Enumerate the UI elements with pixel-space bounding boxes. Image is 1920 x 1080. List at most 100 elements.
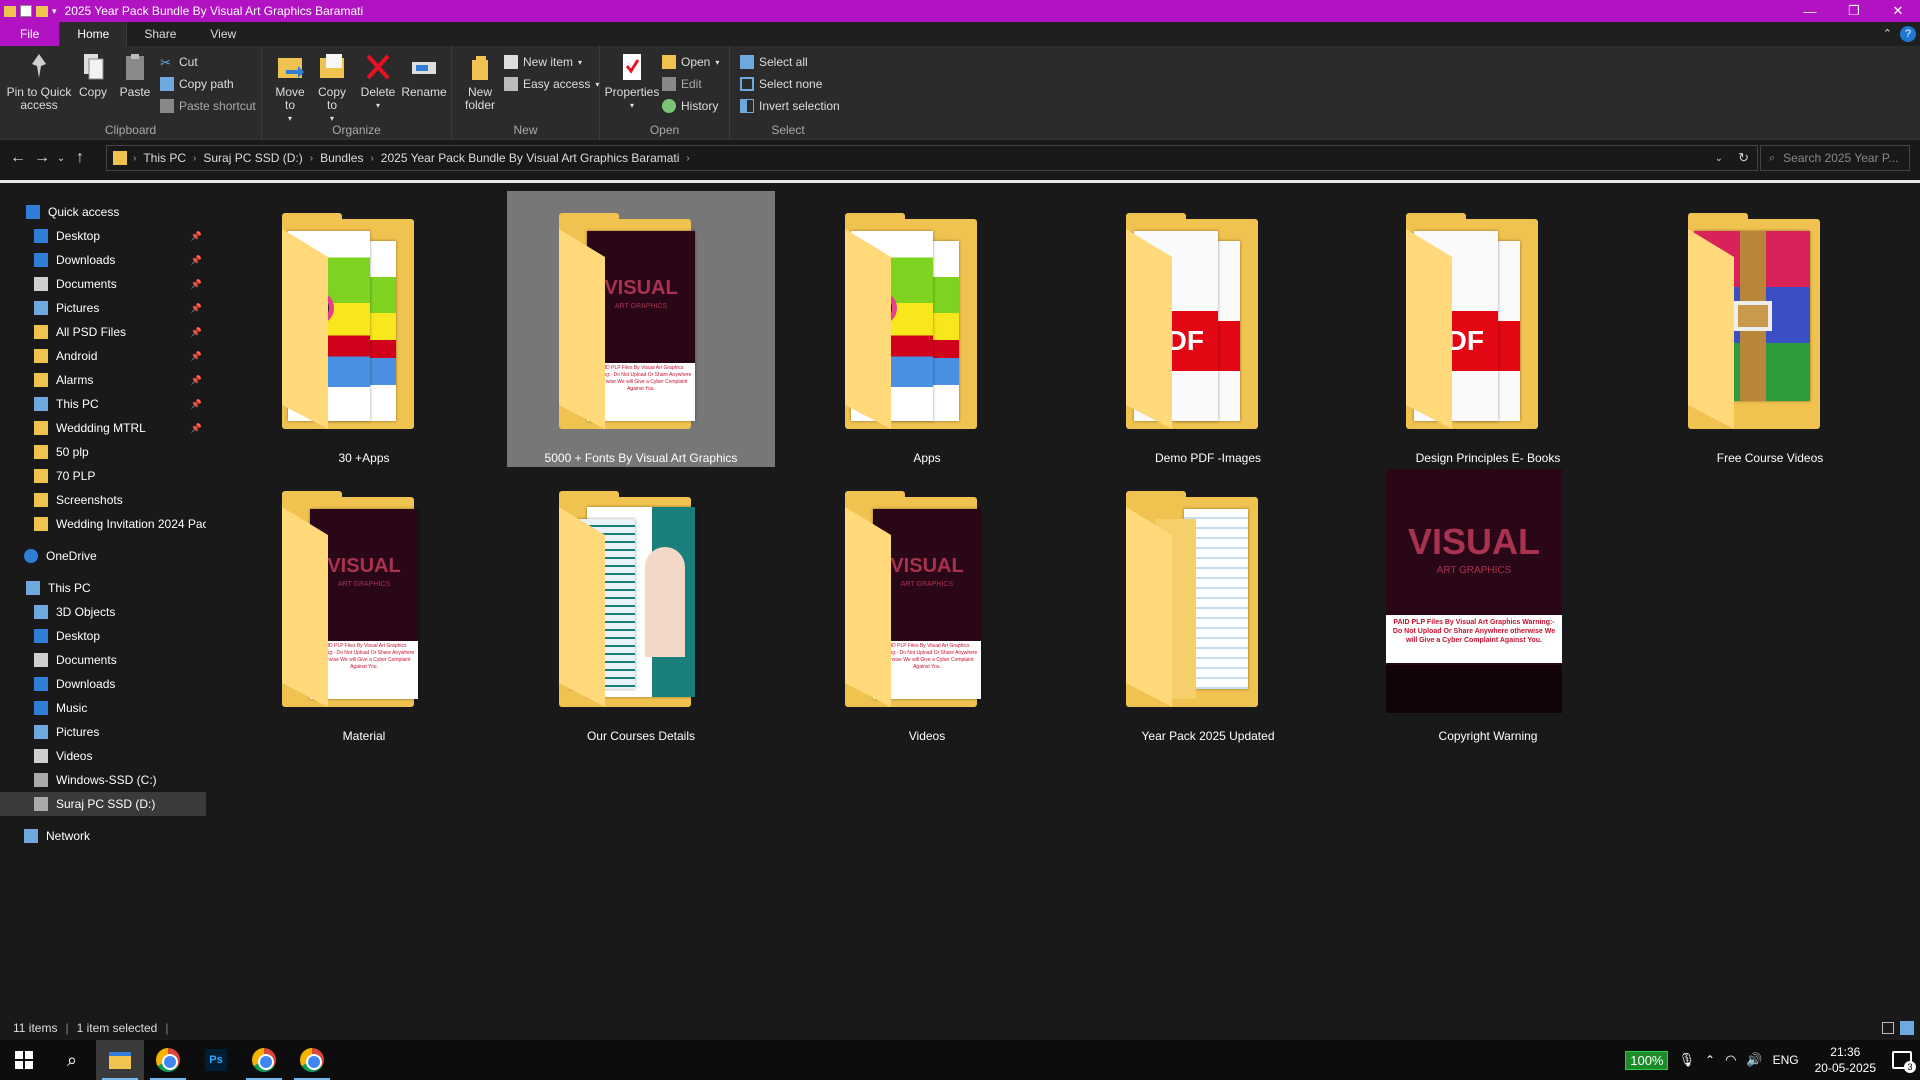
nav-item-documents[interactable]: Documents 📌	[0, 272, 206, 296]
pin-icon[interactable]: 📌	[191, 279, 202, 290]
nav-network[interactable]: Network	[0, 824, 206, 848]
tab-home[interactable]: Home	[59, 22, 128, 46]
recent-locations-button[interactable]: ⌄	[54, 143, 68, 173]
nav-item-screenshots[interactable]: Screenshots	[0, 488, 206, 512]
breadcrumb-drive-d[interactable]: Suraj PC SSD (D:)	[198, 151, 307, 165]
address-dropdown-icon[interactable]: ⌄	[1715, 153, 1723, 164]
nav-onedrive[interactable]: OneDrive	[0, 544, 206, 568]
new-folder-button[interactable]: New folder	[458, 50, 502, 112]
nav-item-documents[interactable]: Documents	[0, 648, 206, 672]
nav-item-android[interactable]: Android 📌	[0, 344, 206, 368]
pin-icon[interactable]: 📌	[191, 399, 202, 410]
volume-icon[interactable]: 🔊	[1746, 1052, 1762, 1068]
refresh-icon[interactable]: ↻	[1738, 150, 1749, 166]
rename-button[interactable]: Rename	[400, 50, 448, 99]
start-button[interactable]	[0, 1040, 48, 1080]
move-to-button[interactable]: Move to ▾	[270, 50, 310, 125]
minimize-button[interactable]: —	[1788, 0, 1832, 22]
pin-icon[interactable]: 📌	[191, 423, 202, 434]
invert-selection-button[interactable]: Invert selection	[740, 96, 840, 116]
breadcrumb-this-pc[interactable]: This PC	[138, 151, 191, 165]
nav-item-windows-ssd-c[interactable]: Windows-SSD (C:)	[0, 768, 206, 792]
tab-share[interactable]: Share	[127, 22, 193, 46]
folder-item[interactable]: Year Pack 2025 Updated	[1074, 469, 1342, 745]
folder-item[interactable]: Our Courses Details	[507, 469, 775, 745]
collapse-ribbon-icon[interactable]: ⌃	[1883, 27, 1892, 40]
paste-shortcut-button[interactable]: Paste shortcut	[160, 96, 256, 116]
tab-view[interactable]: View	[193, 22, 253, 46]
pin-icon[interactable]: 📌	[191, 327, 202, 338]
cut-button[interactable]: ✂ Cut	[160, 52, 198, 72]
nav-quick-access[interactable]: Quick access	[0, 200, 206, 224]
up-button[interactable]: ↑	[68, 143, 92, 173]
new-item-button[interactable]: New item ▾	[504, 52, 582, 72]
nav-item-desktop[interactable]: Desktop 📌	[0, 224, 206, 248]
pin-icon[interactable]: 📌	[191, 255, 202, 266]
chrome-taskbar-button[interactable]	[144, 1040, 192, 1080]
paste-button[interactable]: Paste	[118, 50, 152, 99]
breadcrumb-bundles[interactable]: Bundles	[315, 151, 368, 165]
copy-path-button[interactable]: Copy path	[160, 74, 234, 94]
pin-quick-access-button[interactable]: Pin to Quick access	[4, 50, 74, 112]
folder-item[interactable]: VISUAL ART GRAPHICS PAID PLP Files By Vi…	[230, 469, 498, 745]
file-explorer-taskbar-button[interactable]	[96, 1040, 144, 1080]
image-file-item[interactable]: VISUAL ART GRAPHICS PAID PLP Files By Vi…	[1354, 469, 1622, 745]
back-button[interactable]: ←	[6, 143, 30, 173]
nav-item-videos[interactable]: Videos	[0, 744, 206, 768]
breadcrumb-current-folder[interactable]: 2025 Year Pack Bundle By Visual Art Grap…	[376, 151, 685, 165]
forward-button[interactable]: →	[30, 143, 54, 173]
nav-item-pictures[interactable]: Pictures	[0, 720, 206, 744]
easy-access-button[interactable]: Easy access ▾	[504, 74, 599, 94]
chrome-taskbar-button-3[interactable]	[288, 1040, 336, 1080]
edit-button[interactable]: Edit	[662, 74, 702, 94]
microphone-icon[interactable]: 🎙	[1678, 1052, 1695, 1068]
nav-item-downloads[interactable]: Downloads 📌	[0, 248, 206, 272]
folder-item-selected[interactable]: VISUAL ART GRAPHICS PAID PLP Files By Vi…	[507, 191, 775, 467]
address-bar[interactable]: › This PC › Suraj PC SSD (D:) › Bundles …	[106, 145, 1758, 171]
history-button[interactable]: History	[662, 96, 718, 116]
properties-quick-icon[interactable]	[20, 5, 32, 17]
copy-button[interactable]: Copy	[76, 50, 110, 99]
folder-item[interactable]: PDF Design Principles E- Books	[1354, 191, 1622, 467]
new-folder-quick-icon[interactable]	[36, 5, 48, 17]
customize-toolbar-icon[interactable]: ▾	[52, 6, 57, 17]
nav-item-suraj-pc-ssd-d[interactable]: Suraj PC SSD (D:)	[0, 792, 206, 816]
pin-icon[interactable]: 📌	[191, 303, 202, 314]
search-input[interactable]: ⌕ Search 2025 Year P...	[1760, 145, 1910, 171]
wifi-icon[interactable]: ◠	[1725, 1052, 1736, 1068]
details-view-icon[interactable]	[1882, 1022, 1894, 1034]
close-button[interactable]: ✕	[1876, 0, 1920, 22]
clock[interactable]: 21:36 20-05-2025	[1815, 1044, 1876, 1076]
nav-item-wedding-invitation-2024-pack[interactable]: Wedding Invitation 2024 Pack	[0, 512, 206, 536]
nav-item-pictures[interactable]: Pictures 📌	[0, 296, 206, 320]
properties-button[interactable]: Properties ▾	[604, 50, 660, 112]
nav-item-this-pc[interactable]: This PC 📌	[0, 392, 206, 416]
tab-file[interactable]: File	[0, 22, 60, 46]
folder-item[interactable]: VISUAL ART GRAPHICS PAID PLP Files By Vi…	[793, 469, 1061, 745]
language-indicator[interactable]: ENG	[1773, 1053, 1799, 1067]
pin-icon[interactable]: 📌	[191, 351, 202, 362]
large-icons-view-icon[interactable]	[1900, 1021, 1914, 1035]
pin-icon[interactable]: 📌	[191, 231, 202, 242]
select-all-button[interactable]: Select all	[740, 52, 808, 72]
delete-button[interactable]: Delete ▾	[358, 50, 398, 112]
photoshop-taskbar-button[interactable]: Ps	[192, 1040, 240, 1080]
restore-button[interactable]: ❐	[1832, 0, 1876, 22]
nav-this-pc[interactable]: This PC	[0, 576, 206, 600]
folder-item[interactable]: Apps	[793, 191, 1061, 467]
notification-center-icon[interactable]: 3	[1892, 1051, 1916, 1073]
nav-item-downloads[interactable]: Downloads	[0, 672, 206, 696]
pin-icon[interactable]: 📌	[191, 375, 202, 386]
folder-item[interactable]: 30 +Apps	[230, 191, 498, 467]
search-button[interactable]: ⌕	[48, 1040, 96, 1080]
battery-indicator[interactable]: 100%	[1625, 1050, 1669, 1070]
folder-item[interactable]: Free Course Videos	[1636, 191, 1904, 467]
nav-item-50-plp[interactable]: 50 plp	[0, 440, 206, 464]
select-none-button[interactable]: Select none	[740, 74, 822, 94]
help-icon[interactable]: ?	[1900, 26, 1916, 42]
folder-item[interactable]: PDF Demo PDF -Images	[1074, 191, 1342, 467]
nav-item-alarms[interactable]: Alarms 📌	[0, 368, 206, 392]
show-hidden-icons-icon[interactable]: ⌃	[1705, 1053, 1715, 1067]
nav-item-3d-objects[interactable]: 3D Objects	[0, 600, 206, 624]
nav-item-70-plp[interactable]: 70 PLP	[0, 464, 206, 488]
